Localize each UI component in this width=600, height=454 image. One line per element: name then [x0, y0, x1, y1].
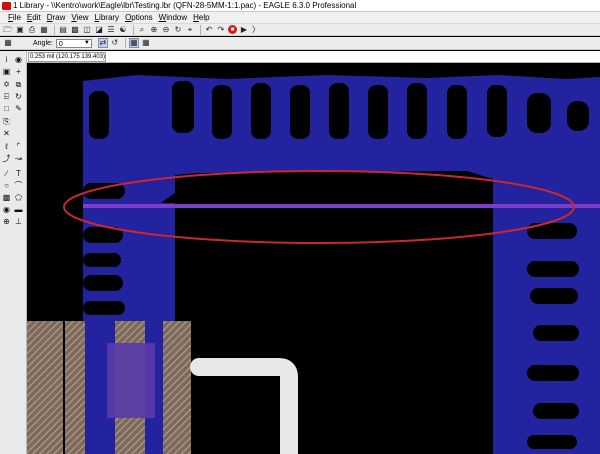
mark-icon[interactable]: +	[14, 67, 23, 76]
parameter-toolbar: ▦ Angle: 0 ▼ ⇄ ↺ ▦ ▦	[0, 37, 600, 50]
align-icon[interactable]: ▦	[128, 38, 139, 48]
library-icon[interactable]: ▤	[58, 25, 68, 35]
wire-icon[interactable]: ∕	[2, 169, 11, 178]
text-icon[interactable]: T	[14, 169, 23, 178]
zoom-fit-icon[interactable]: ⌕	[137, 25, 147, 35]
toolbar-separator	[133, 24, 134, 35]
zoom-redraw-icon[interactable]: ↻	[173, 25, 183, 35]
window-title: 1 Library - \\Kentro\work\Eagle\lbr\Test…	[13, 1, 357, 10]
rotate-icon[interactable]: ↻	[14, 92, 23, 101]
circle-icon[interactable]: ○	[2, 181, 11, 190]
tool-palette: i ◉ ▣ + ✡ ⧉ ⍇ ↻ □ ✎ ⎘ ✕ ℓ ⌜ ⤴ ↝ ∕ T ○ ⌒ …	[0, 51, 27, 454]
menu-edit[interactable]: Edit	[27, 13, 47, 22]
main-toolbar: 🗁 ▣ ⎙ ▦ ▤ ▩ ◫ ◪ ☰ ☯ ⌕ ⊕ ⊖ ↻ ⌖ ↶ ↷ ■ ▶ 〉	[0, 23, 600, 36]
open-icon[interactable]: 🗁	[3, 25, 13, 35]
zoom-select-icon[interactable]: ⌖	[185, 25, 195, 35]
smd-icon[interactable]: ▬	[14, 205, 23, 214]
ulp-icon[interactable]: ☯	[118, 25, 128, 35]
menu-draw[interactable]: Draw	[47, 13, 72, 22]
menu-bar: File Edit Draw View Library Options Wind…	[0, 12, 600, 23]
zoom-out-icon[interactable]: ⊖	[161, 25, 171, 35]
group-icon[interactable]: □	[2, 104, 11, 113]
title-bar: 1 Library - \\Kentro\work\Eagle\lbr\Test…	[0, 0, 600, 12]
highlight-wire	[83, 204, 600, 208]
split-icon[interactable]: ⤴	[2, 154, 11, 163]
angle-label: Angle:	[33, 39, 53, 47]
change-icon[interactable]: ✎	[14, 104, 23, 113]
toolbar-separator	[124, 38, 126, 48]
redo-icon[interactable]: ↷	[216, 25, 226, 35]
save-icon[interactable]: ▣	[15, 25, 25, 35]
copy-icon[interactable]: ⧉	[14, 80, 23, 89]
undo-icon[interactable]: ↶	[204, 25, 214, 35]
menu-help[interactable]: Help	[193, 13, 215, 22]
print-icon[interactable]: ⎙	[27, 25, 37, 35]
toolbar-separator	[54, 24, 55, 35]
arc-icon[interactable]: ⌒	[14, 181, 23, 190]
coordinate-bar: 0.253 mil (120.175 139.403)	[26, 51, 600, 63]
angle-select[interactable]: 0 ▼	[55, 38, 92, 48]
menu-window[interactable]: Window	[159, 13, 193, 22]
device-icon[interactable]: ◪	[94, 25, 104, 35]
rect-icon[interactable]: ▩	[2, 193, 11, 202]
package-icon[interactable]: ▩	[70, 25, 80, 35]
eagle-app-icon	[2, 1, 11, 10]
menu-file[interactable]: File	[0, 13, 27, 22]
go-icon[interactable]: ▶	[239, 25, 249, 35]
layout-canvas[interactable]	[27, 63, 600, 454]
symbol-icon[interactable]: ◫	[82, 25, 92, 35]
zoom-in-icon[interactable]: ⊕	[149, 25, 159, 35]
delete-icon[interactable]: ✕	[2, 129, 11, 138]
mirror-tool-icon[interactable]: ⍇	[2, 92, 11, 101]
footprint-drawing	[27, 75, 600, 454]
stop-icon[interactable]: ■	[228, 25, 237, 34]
move-icon[interactable]: ✡	[2, 80, 11, 89]
coordinate-display: 0.253 mil (120.175 139.403)	[28, 52, 106, 62]
menu-library[interactable]: Library	[95, 13, 125, 22]
info-icon[interactable]: i	[2, 55, 11, 64]
menu-options[interactable]: Options	[125, 13, 159, 22]
script-icon[interactable]: ☰	[106, 25, 116, 35]
chevron-down-icon: ▼	[83, 39, 90, 46]
show-icon[interactable]: ◉	[14, 55, 23, 64]
menu-view[interactable]: View	[71, 13, 94, 22]
mirror-icon[interactable]: ⇄	[97, 38, 108, 48]
name-icon[interactable]: ℓ	[2, 142, 11, 151]
spin-icon[interactable]: ↺	[110, 38, 120, 48]
dimension-icon[interactable]: ⊥	[14, 217, 23, 226]
command-line-icon[interactable]: 〉	[251, 25, 261, 35]
optimize-icon[interactable]: ↝	[14, 154, 23, 163]
pad-icon[interactable]: ◉	[2, 205, 11, 214]
grid-icon[interactable]: ▦	[141, 38, 151, 48]
layer-icon[interactable]: ▦	[3, 38, 13, 48]
inner-clearance	[175, 193, 493, 454]
paste-icon[interactable]: ⎘	[2, 117, 11, 126]
cam-processor-icon[interactable]: ▦	[39, 25, 49, 35]
display-icon[interactable]: ▣	[2, 67, 11, 76]
hole-icon[interactable]: ⊕	[2, 217, 11, 226]
polygon-icon[interactable]: ⬠	[14, 193, 23, 202]
miter-icon[interactable]: ⌜	[14, 142, 23, 151]
toolbar-separator	[200, 24, 201, 35]
